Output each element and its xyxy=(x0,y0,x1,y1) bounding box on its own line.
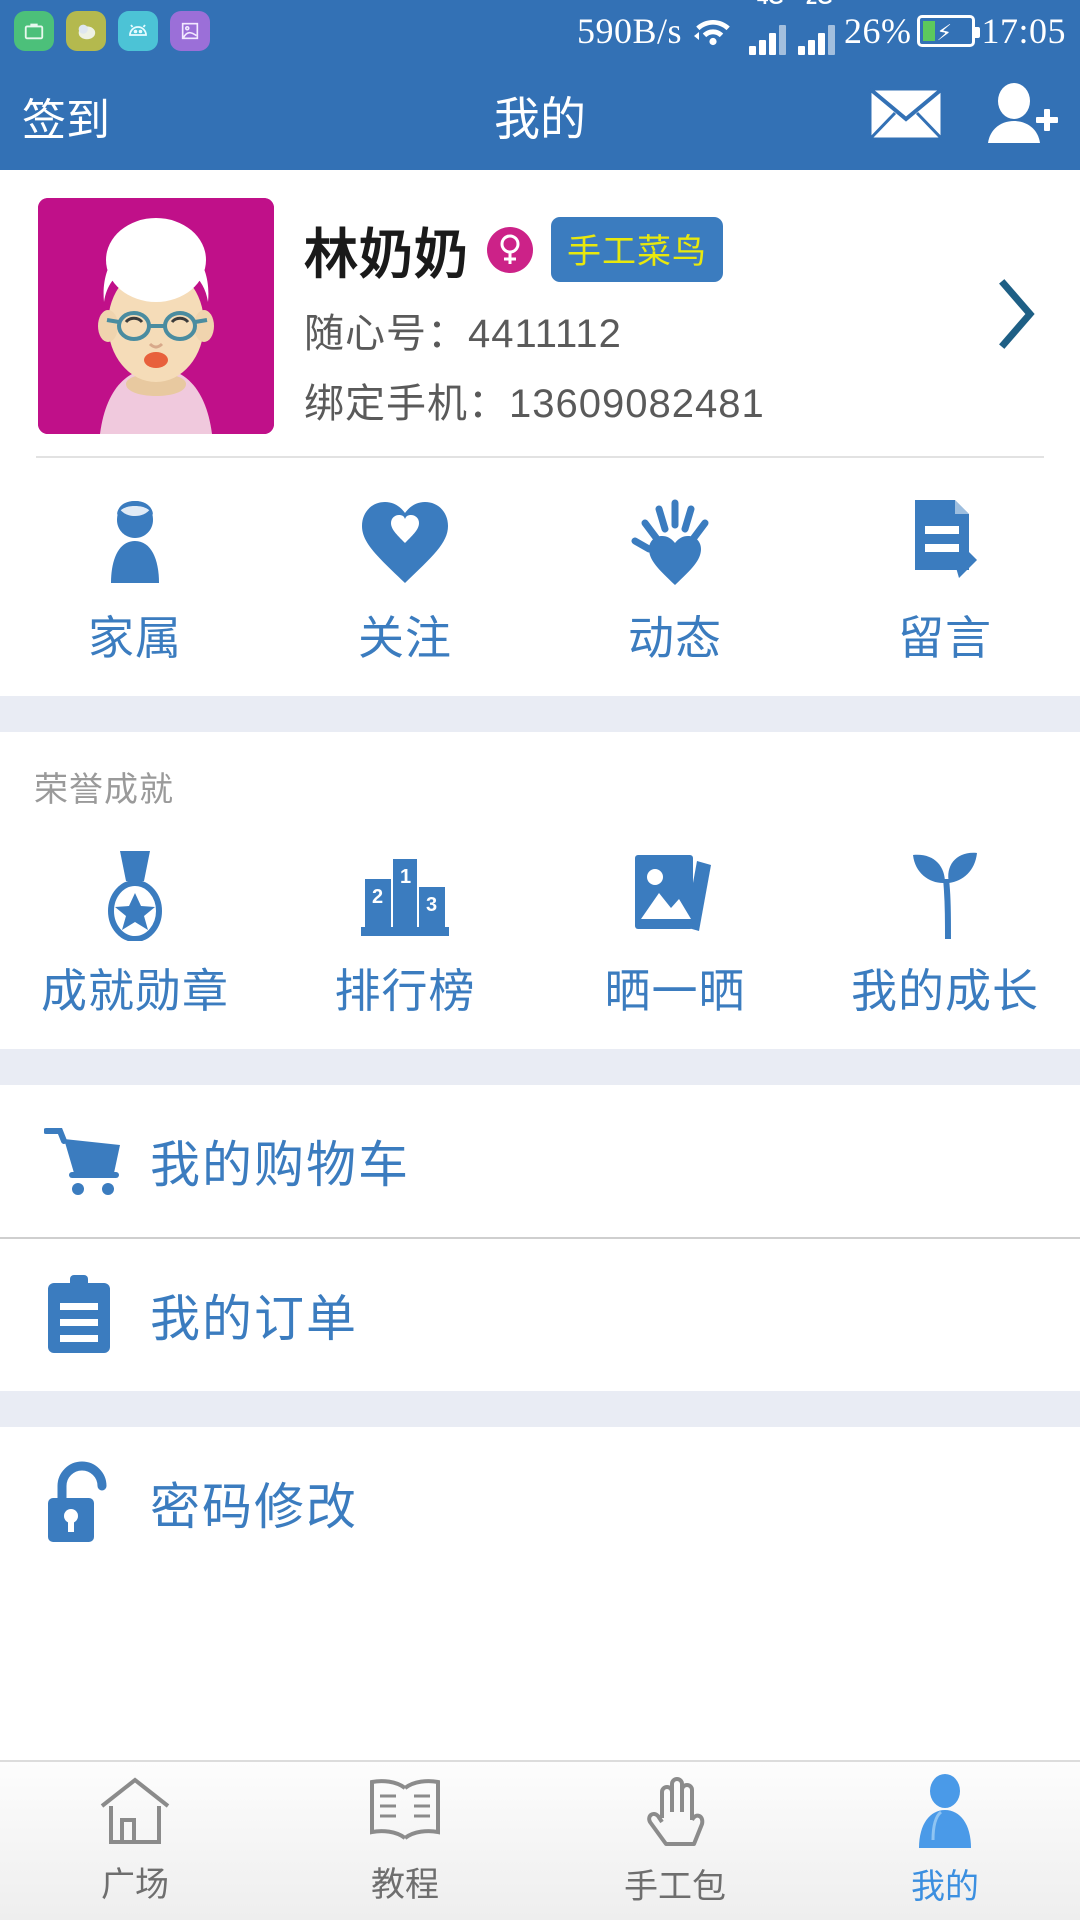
tab-plaza[interactable]: 广场 xyxy=(0,1762,270,1920)
honor-item-medal[interactable]: 成就勋章 xyxy=(0,811,270,1049)
heart-icon xyxy=(358,496,452,588)
profile-id: 随心号：4411112 xyxy=(304,312,622,356)
section-spacer-2 xyxy=(0,1049,1080,1085)
wave-heart-icon xyxy=(625,496,725,588)
honor-item-label: 我的成长 xyxy=(851,965,1039,1017)
bottom-tab-bar: 广场 教程 手工包 我的 xyxy=(0,1760,1080,1920)
sim1-label: 4G xyxy=(757,0,784,10)
honor-item-label: 排行榜 xyxy=(334,965,476,1017)
sim2-signal: 2G xyxy=(797,0,835,55)
briefcase-icon xyxy=(14,11,54,51)
tab-tutorial[interactable]: 教程 xyxy=(270,1762,540,1920)
honor-item-ranking[interactable]: 12 3 排行榜 xyxy=(270,811,540,1049)
status-badge: 手工菜鸟 xyxy=(551,217,723,282)
tab-mine[interactable]: 我的 xyxy=(810,1762,1080,1920)
user-icon xyxy=(912,1774,978,1853)
menu-row-label: 我的购物车 xyxy=(150,1137,410,1193)
status-indicators: 590B/s 4G 2G 26% xyxy=(576,0,1066,55)
svg-text:3: 3 xyxy=(426,894,437,916)
profile-phone: 绑定手机：13609082481 xyxy=(304,382,765,426)
person-icon xyxy=(97,496,173,588)
tab-label: 广场 xyxy=(101,1866,169,1904)
avatar[interactable] xyxy=(38,198,274,434)
menu-row-label: 密码修改 xyxy=(150,1479,358,1535)
honor-item-label: 成就勋章 xyxy=(41,965,229,1017)
menu-row-orders[interactable]: 我的订单 xyxy=(0,1239,1080,1391)
honor-item-label: 晒一晒 xyxy=(604,965,746,1017)
quick-action-label: 关注 xyxy=(358,612,452,664)
book-icon xyxy=(366,1776,444,1851)
section-spacer-3 xyxy=(0,1391,1080,1427)
honor-item-photos[interactable]: 晒一晒 xyxy=(540,811,810,1049)
quick-action-label: 留言 xyxy=(898,612,992,664)
mail-icon[interactable] xyxy=(868,86,944,146)
app-root: 590B/s 4G 2G 26% xyxy=(0,0,1080,1920)
honor-item-growth[interactable]: 我的成长 xyxy=(810,811,1080,1049)
profile-name: 林奶奶 xyxy=(304,225,469,285)
honor-grid: 成就勋章 12 3 排行榜 晒一晒 我的成长 xyxy=(0,811,1080,1049)
menu-row-label: 我的订单 xyxy=(150,1291,358,1347)
menu-row-cart[interactable]: 我的购物车 xyxy=(0,1085,1080,1237)
note-pencil-icon xyxy=(905,496,985,588)
chevron-right-icon[interactable] xyxy=(996,276,1050,357)
tab-label: 手工包 xyxy=(624,1868,726,1906)
net-speed-text: 590B/s xyxy=(576,11,682,51)
hand-icon xyxy=(640,1774,710,1853)
quick-action-message[interactable]: 留言 xyxy=(810,458,1080,696)
quick-actions-grid: 家属 关注 动态 留言 xyxy=(0,458,1080,696)
home-icon xyxy=(98,1776,172,1851)
add-user-icon[interactable] xyxy=(982,82,1058,150)
checkin-button[interactable]: 签到 xyxy=(22,84,110,148)
gallery-icon xyxy=(170,11,210,51)
sprout-icon xyxy=(899,849,991,941)
tab-handicraft[interactable]: 手工包 xyxy=(540,1762,810,1920)
quick-action-family[interactable]: 家属 xyxy=(0,458,270,696)
status-notification-icons xyxy=(14,11,210,51)
unlock-icon xyxy=(44,1460,128,1546)
wifi-icon xyxy=(690,12,736,51)
shopping-cart-icon xyxy=(44,1125,128,1197)
android-icon xyxy=(118,11,158,51)
svg-text:2: 2 xyxy=(372,886,383,908)
sim2-label: 2G xyxy=(806,0,833,10)
battery-percent-text: 26% xyxy=(843,11,912,51)
app-header: 签到 我的 xyxy=(0,62,1080,170)
clock-text: 17:05 xyxy=(981,11,1066,51)
honor-section-title: 荣誉成就 xyxy=(34,771,174,809)
weather-cloud-icon xyxy=(66,11,106,51)
quick-action-label: 动态 xyxy=(628,612,722,664)
quick-action-label: 家属 xyxy=(88,612,182,664)
tab-label: 我的 xyxy=(911,1868,979,1906)
section-spacer xyxy=(0,696,1080,732)
menu-row-password[interactable]: 密码修改 xyxy=(0,1427,1080,1579)
status-bar: 590B/s 4G 2G 26% xyxy=(0,0,1080,62)
gender-female-icon xyxy=(487,226,533,273)
photos-icon xyxy=(627,849,723,941)
medal-icon xyxy=(98,849,172,941)
sim1-signal: 4G xyxy=(748,0,786,55)
quick-action-moments[interactable]: 动态 xyxy=(540,458,810,696)
podium-icon: 12 3 xyxy=(359,849,451,941)
svg-text:1: 1 xyxy=(400,866,411,888)
clipboard-icon xyxy=(44,1273,128,1357)
battery-icon: ⚡ xyxy=(917,15,981,47)
profile-card[interactable]: 林奶奶 手工菜鸟 随心号：4411112 绑定手机：13609082481 xyxy=(0,170,1080,456)
tab-label: 教程 xyxy=(371,1866,439,1904)
quick-action-follow[interactable]: 关注 xyxy=(270,458,540,696)
